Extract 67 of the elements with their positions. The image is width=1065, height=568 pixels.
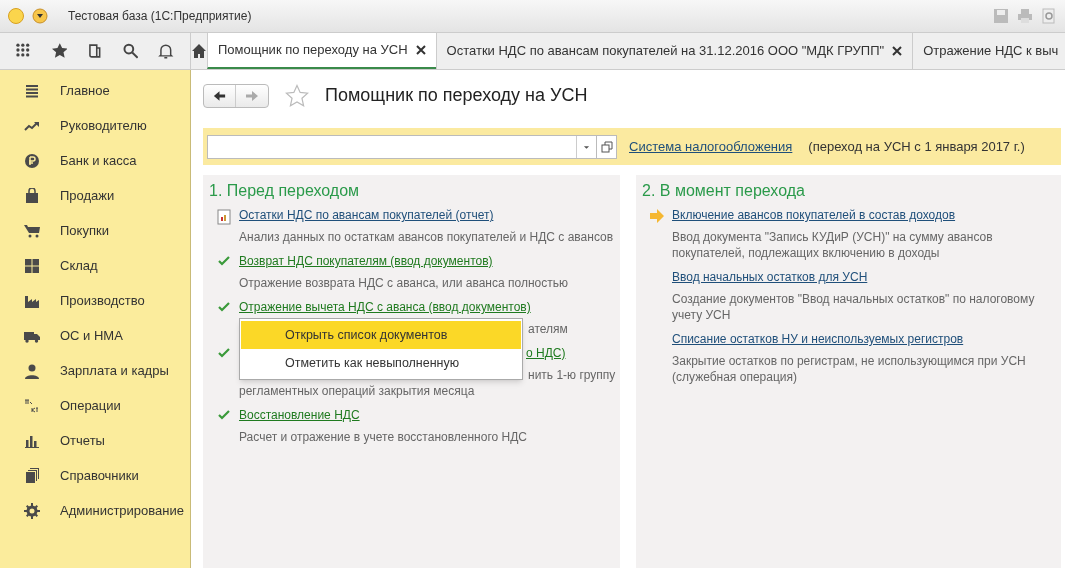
step-description: ателям [528, 321, 568, 337]
star-icon[interactable] [51, 43, 68, 59]
bell-icon[interactable] [158, 43, 174, 59]
home-icon[interactable] [191, 43, 207, 59]
ruble-icon [24, 152, 40, 169]
history-icon[interactable] [87, 43, 103, 59]
sidebar-item[interactable]: Склад [0, 248, 190, 283]
step-link[interactable]: о НДС) [526, 346, 566, 360]
step-description: нить 1-ю группу [528, 367, 616, 383]
step-link[interactable]: Возврат НДС покупателям (ввод документов) [239, 254, 493, 268]
page-title: Помощник по переходу на УСН [325, 84, 588, 107]
search-icon[interactable] [122, 43, 139, 59]
menu-item[interactable]: Открыть список документов [241, 321, 521, 349]
menu-item[interactable]: Отметить как невыполненную [241, 349, 521, 377]
step-link[interactable]: Восстановление НДС [239, 408, 360, 422]
sidebar-item[interactable]: Банк и касса [0, 143, 190, 178]
arrow-icon [649, 209, 665, 223]
list-icon [24, 82, 40, 99]
bag-icon [24, 187, 40, 204]
close-icon[interactable] [415, 45, 426, 55]
app-logo-icon [8, 8, 24, 24]
apps-grid-icon[interactable] [16, 43, 32, 59]
tab[interactable]: Помощник по переходу на УСН [207, 33, 436, 69]
star-icon[interactable] [285, 83, 309, 108]
sidebar-item[interactable]: Зарплата и кадры [0, 353, 190, 388]
cart-icon [24, 222, 40, 239]
window-title: Тестовая база (1С:Предприятие) [68, 8, 252, 25]
grid-icon [24, 257, 40, 274]
step-link[interactable]: Отражение вычета НДС с аванса (ввод документов) [239, 300, 531, 314]
step-description: Ввод документа "Запись КУДиР (УСН)" на сумму авансов покупателей, подлежащих включению в доходы [672, 229, 994, 261]
step-link[interactable]: Остатки НДС по авансам покупателей (отчет) [239, 208, 494, 222]
transition-note: (переход на УСН с 1 января 2017 г.) [808, 137, 1025, 156]
person-icon [24, 362, 40, 379]
step-description: регламентных операций закрытия месяца [239, 383, 476, 399]
step-description: Отражение возврата НДС с аванса, или аванса полностью [239, 275, 569, 291]
open-window-icon [600, 140, 613, 153]
step-description: Расчет и отражение в учете восстановленного НДС [239, 429, 528, 445]
check-icon [218, 255, 230, 267]
sidebar-item[interactable]: Операции [0, 388, 190, 423]
books-icon [24, 467, 40, 484]
sidebar-item[interactable]: Администрирование [0, 493, 190, 528]
sidebar-item[interactable]: Покупки [0, 213, 190, 248]
organization-field[interactable] [207, 134, 597, 159]
sidebar-item[interactable]: Отчеты [0, 423, 190, 458]
sidebar-item[interactable]: Справочники [0, 458, 190, 493]
step-description: Анализ данных по остаткам авансов покупателей и НДС с авансов [239, 229, 614, 245]
report-icon [217, 209, 231, 225]
step-link[interactable]: Списание остатков НУ и неиспользуемых регистров [672, 332, 964, 346]
open-button[interactable] [597, 134, 617, 159]
sidebar-item[interactable]: ОС и НМА [0, 318, 190, 353]
sidebar-item[interactable]: Производство [0, 283, 190, 318]
sidebar-item[interactable]: Руководителю [0, 108, 190, 143]
sidebar-item[interactable]: Главное [0, 73, 190, 108]
close-icon[interactable] [892, 46, 903, 56]
section-title: 2. В момент перехода [642, 181, 806, 201]
step-description: Создание документов "Ввод начальных остатков" по налоговому учету УСН [672, 291, 1036, 323]
step-description: Закрытие остатков по регистрам, не использующимся при УСН (служебная операция) [672, 353, 1027, 385]
step-link[interactable]: Ввод начальных остатков для УСН [672, 270, 868, 284]
check-icon [218, 347, 230, 359]
sidebar-item[interactable]: Продажи [0, 178, 190, 213]
step-link[interactable]: Включение авансов покупателей в состав доходов [672, 208, 956, 222]
check-icon [218, 301, 230, 313]
gear-icon [24, 502, 40, 519]
tax-system-link[interactable]: Система налогообложения [629, 136, 793, 157]
caret-icon[interactable] [32, 8, 48, 24]
section-title: 1. Перед переходом [209, 181, 361, 201]
check-icon [218, 409, 230, 421]
